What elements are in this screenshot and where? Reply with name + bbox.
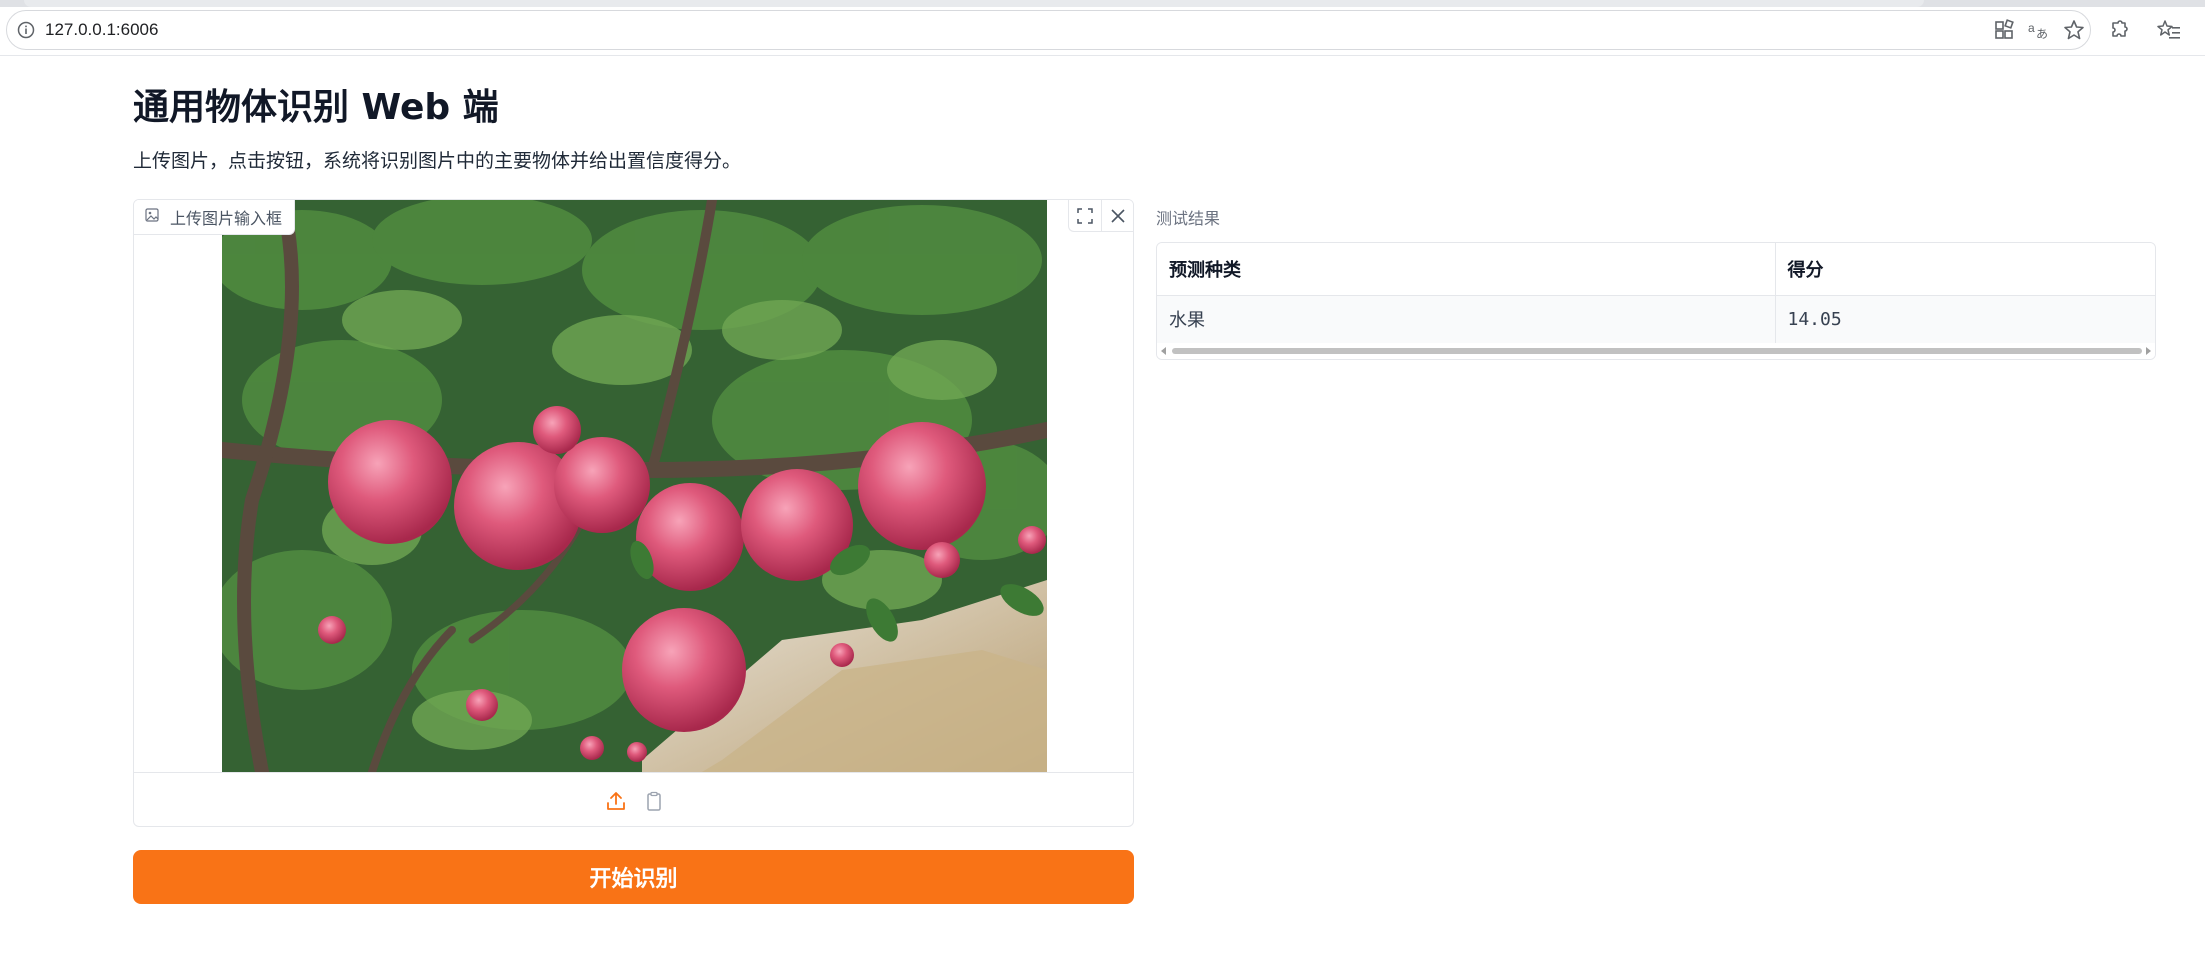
image-icon: [144, 207, 160, 227]
address-bar[interactable]: 127.0.0.1:6006: [6, 10, 2091, 50]
image-upload-panel[interactable]: 上传图片输入框: [133, 199, 1134, 827]
page-title: 通用物体识别 Web 端: [133, 87, 499, 128]
horizontal-scrollbar[interactable]: [1157, 343, 2155, 359]
image-panel-controls: [1068, 200, 1133, 232]
result-table: 预测种类 得分 水果 14.05: [1157, 243, 2155, 343]
star-icon[interactable]: [2062, 18, 2086, 42]
uploaded-image: [222, 200, 1047, 772]
svg-text:a: a: [2028, 21, 2035, 35]
table-row: 水果 14.05: [1157, 294, 2155, 343]
column-header-score[interactable]: 得分: [1774, 243, 2155, 295]
apps-icon[interactable]: [1992, 18, 2016, 42]
svg-text:あ: あ: [2036, 27, 2048, 41]
image-toolbar: [134, 772, 1133, 826]
translate-icon[interactable]: aあ: [2027, 18, 2051, 42]
close-icon[interactable]: [1101, 200, 1133, 232]
upload-icon[interactable]: [605, 790, 627, 812]
column-header-category[interactable]: 预测种类: [1157, 243, 1775, 295]
fullscreen-icon[interactable]: [1069, 200, 1101, 232]
browser-tab-strip: [0, 0, 2205, 7]
info-icon[interactable]: [17, 21, 35, 39]
chrome-divider: [0, 55, 2205, 56]
favorites-icon[interactable]: [2157, 18, 2181, 42]
extensions-icon[interactable]: [2107, 18, 2131, 42]
image-input-label: 上传图片输入框: [134, 200, 296, 235]
image-preview-area[interactable]: [134, 200, 1133, 772]
scrollbar-thumb[interactable]: [1172, 348, 2142, 354]
result-table-container: 预测种类 得分 水果 14.05: [1156, 242, 2156, 360]
image-input-label-text: 上传图片输入框: [170, 209, 283, 228]
cell-category[interactable]: 水果: [1157, 294, 1775, 343]
scroll-left-icon[interactable]: [1161, 347, 1166, 355]
cell-score[interactable]: 14.05: [1774, 294, 2155, 343]
url-text[interactable]: 127.0.0.1:6006: [45, 20, 158, 40]
result-label: 测试结果: [1156, 209, 1221, 228]
scroll-right-icon[interactable]: [2146, 347, 2151, 355]
start-recognition-button[interactable]: 开始识别: [133, 850, 1134, 904]
page-description: 上传图片，点击按钮，系统将识别图片中的主要物体并给出置信度得分。: [133, 150, 742, 172]
clipboard-icon[interactable]: [643, 790, 665, 812]
table-header-row: 预测种类 得分: [1157, 243, 2155, 295]
